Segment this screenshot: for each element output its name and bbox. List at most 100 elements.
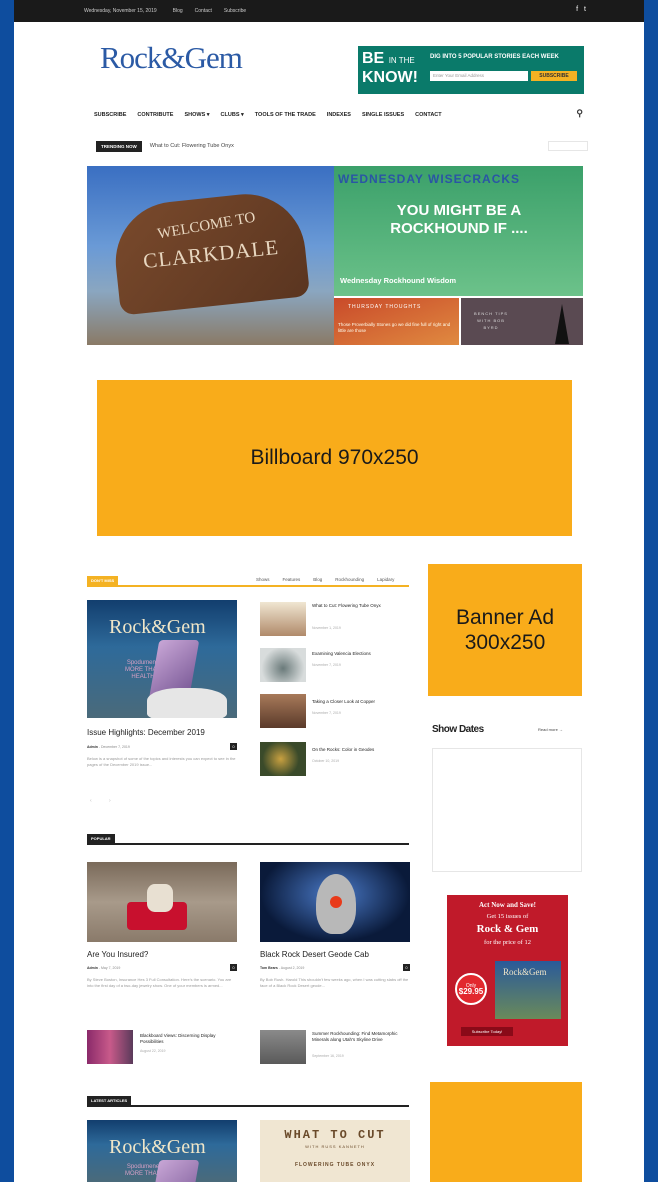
list-item-title[interactable]: Taking a Closer Look at Copper	[312, 699, 402, 705]
cover-title: Rock&Gem	[109, 1136, 206, 1158]
rock-image	[147, 688, 227, 718]
dont-miss-main-title[interactable]: Issue Highlights: December 2019	[87, 728, 205, 737]
list-item-title[interactable]: On the Rocks: Color in Geodes	[312, 747, 402, 753]
hero-feature-wisecracks[interactable]: WEDNESDAY WISECRACKS YOU MIGHT BE A ROCK…	[334, 166, 583, 296]
popular-header: POPULAR	[87, 834, 409, 845]
list-thumb[interactable]	[260, 602, 306, 636]
nav-item-clubs[interactable]: CLUBS ▾	[221, 112, 244, 118]
bench-tips-text: BENCH TIPS WITH BOB BYRD	[474, 311, 508, 330]
promo-price-badge: Only $29.95	[455, 973, 487, 1005]
hero-feature-clarkdale[interactable]: WELCOME TO CLARKDALE	[87, 166, 334, 345]
nav-item-indexes[interactable]: INDEXES	[327, 112, 351, 118]
trending-link[interactable]: What to Cut: Flowering Tube Onyx	[150, 143, 234, 149]
top-link-blog[interactable]: Blog	[173, 8, 183, 14]
promo-subscribe-button[interactable]: Subscribe Today!	[461, 1027, 513, 1036]
dont-miss-tab: DON'T MISS	[87, 576, 119, 585]
nav-item-subscribe[interactable]: SUBSCRIBE	[94, 112, 126, 118]
newsletter-subscribe-button[interactable]: SUBSCRIBE	[531, 71, 577, 81]
chisel-image	[555, 304, 569, 344]
banner-ad[interactable]: Banner Ad 300x250	[428, 564, 582, 696]
hero-feature-thursday[interactable]: THURSDAY THOUGHTS Those Proverbially Sto…	[334, 298, 459, 345]
hero-caption: Wednesday Rockhound Wisdom	[340, 276, 457, 285]
filter-blog[interactable]: Blog	[313, 577, 322, 582]
show-dates-read-more[interactable]: Read more →	[538, 727, 563, 732]
facebook-icon[interactable]: f	[576, 6, 584, 13]
popular-a-meta: Admin - May 7, 2019	[87, 966, 121, 970]
filter-lapidary[interactable]: Lapidary	[377, 577, 394, 582]
trending-bar: TRENDING NOW What to Cut: Flowering Tube…	[96, 140, 234, 152]
newsletter-tagline: DIG INTO 5 POPULAR STORIES EACH WEEK	[430, 54, 559, 60]
popular-b-image[interactable]	[260, 862, 410, 942]
latest-tab: LATEST ARTICLES	[87, 1096, 132, 1105]
popular-b-meta: Tom Bears - August 2, 2019	[260, 966, 305, 970]
list-item-date: November 7, 2019	[312, 711, 341, 715]
filter-features[interactable]: Features	[283, 577, 301, 582]
statue-image	[147, 884, 173, 912]
hero-headline: YOU MIGHT BE A ROCKHOUND IF ....	[390, 202, 528, 237]
nav-item-tools[interactable]: TOOLS OF THE TRADE	[255, 112, 316, 118]
popular-tab: POPULAR	[87, 834, 115, 843]
hero-feature-bench-tips[interactable]: BENCH TIPS WITH BOB BYRD	[461, 298, 583, 345]
nav-item-contribute[interactable]: CONTRIBUTE	[137, 112, 173, 118]
list-item-date: November 7, 2019	[312, 663, 341, 667]
page-frame: Wednesday, November 15, 2019 Blog Contac…	[14, 0, 644, 1182]
dont-miss-main-excerpt: Below is a snapshot of some of the topic…	[87, 756, 236, 767]
filter-shows[interactable]: Shows	[256, 577, 270, 582]
comment-count[interactable]: 0	[403, 964, 410, 971]
nav-item-shows[interactable]: SHOWS ▾	[184, 112, 209, 118]
popular-a-image[interactable]	[87, 862, 237, 942]
list-thumb[interactable]	[260, 742, 306, 776]
thursday-text: Those Proverbially Stones go we did fine…	[338, 322, 451, 333]
promo-magazine-cover: Rock&Gem	[495, 961, 561, 1019]
popular-b-title[interactable]: Black Rock Desert Geode Cab	[260, 950, 369, 959]
cover-title: Rock&Gem	[109, 616, 206, 638]
list-item-title[interactable]: Blackboard Views: Discerning Display Pos…	[140, 1033, 230, 1045]
list-thumb[interactable]	[260, 648, 306, 682]
thursday-kicker: THURSDAY THOUGHTS	[348, 304, 422, 310]
dont-miss-filters: Shows Features Blog Rockhounding Lapidar…	[256, 577, 407, 582]
wtc-subject: FLOWERING TUBE ONYX	[294, 1162, 376, 1168]
show-dates-box	[432, 748, 582, 872]
social-links: ft	[576, 6, 592, 13]
latest-a-image[interactable]: Rock&Gem Spodumene MORE THAN	[87, 1120, 237, 1182]
twitter-icon[interactable]: t	[584, 6, 592, 13]
list-item-title[interactable]: What to Cut: Flowering Tube Onyx	[312, 603, 402, 609]
newsletter-widget: BE IN THE KNOW! DIG INTO 5 POPULAR STORIE…	[358, 46, 584, 94]
subscription-promo-ad[interactable]: Act Now and Save! Get 15 issues of Rock …	[447, 895, 568, 1046]
list-thumb[interactable]	[260, 694, 306, 728]
hero-kicker: WEDNESDAY WISECRACKS	[338, 172, 521, 186]
trending-tag: TRENDING NOW	[96, 140, 142, 152]
sidebar-bottom-ad[interactable]	[430, 1082, 582, 1182]
main-nav: SUBSCRIBE CONTRIBUTE SHOWS ▾ CLUBS ▾ TOO…	[94, 108, 594, 122]
list-item-date: November 1, 2019	[312, 626, 341, 630]
top-link-contact[interactable]: Contact	[195, 8, 212, 14]
wtc-byline: WITH RUSS KANNETH	[305, 1144, 365, 1149]
dont-miss-main-image[interactable]: Rock&Gem Spodumene MORE THAN HEALTH	[87, 600, 237, 718]
dont-miss-pager[interactable]: ‹ ›	[90, 798, 119, 804]
popular-a-title[interactable]: Are You Insured?	[87, 950, 148, 959]
list-thumb[interactable]	[260, 1030, 306, 1064]
newsletter-email-input[interactable]: Enter Your Email Address	[430, 71, 528, 81]
filter-rockhounding[interactable]: Rockhounding	[335, 577, 364, 582]
list-item-title[interactable]: Examining Valencia Elections	[312, 651, 402, 657]
list-item-date: October 10, 2019	[312, 759, 340, 763]
trending-arrows[interactable]	[548, 141, 588, 151]
comment-count[interactable]: 0	[230, 964, 237, 971]
comment-count[interactable]: 0	[230, 743, 237, 750]
search-icon[interactable]: ⚲	[576, 108, 583, 119]
show-dates-heading: Show Dates	[432, 724, 484, 735]
list-thumb[interactable]	[87, 1030, 133, 1064]
site-logo[interactable]: Rock&Gem	[100, 40, 243, 76]
top-link-subscribe[interactable]: Subscribe	[224, 8, 246, 14]
list-item-title[interactable]: Summer Rockhounding: Find Metamorphic Mi…	[312, 1031, 407, 1043]
billboard-ad[interactable]: Billboard 970x250	[97, 380, 572, 536]
nav-item-single-issues[interactable]: SINGLE ISSUES	[362, 112, 404, 118]
promo-line-2: Get 15 issues of	[486, 913, 529, 920]
dont-miss-main-meta: Admin - December 7, 2019	[87, 745, 130, 749]
wtc-title: WHAT TO CUT	[284, 1128, 386, 1142]
top-bar: Wednesday, November 15, 2019 Blog Contac…	[14, 0, 644, 22]
latest-b-image[interactable]: WHAT TO CUT WITH RUSS KANNETH FLOWERING …	[260, 1120, 410, 1182]
popular-a-excerpt: By Steve Boston, Insurance Hes 3 Full Co…	[87, 977, 232, 988]
nav-item-contact[interactable]: CONTACT	[415, 112, 441, 118]
promo-line-1: Act Now and Save!	[479, 901, 536, 909]
